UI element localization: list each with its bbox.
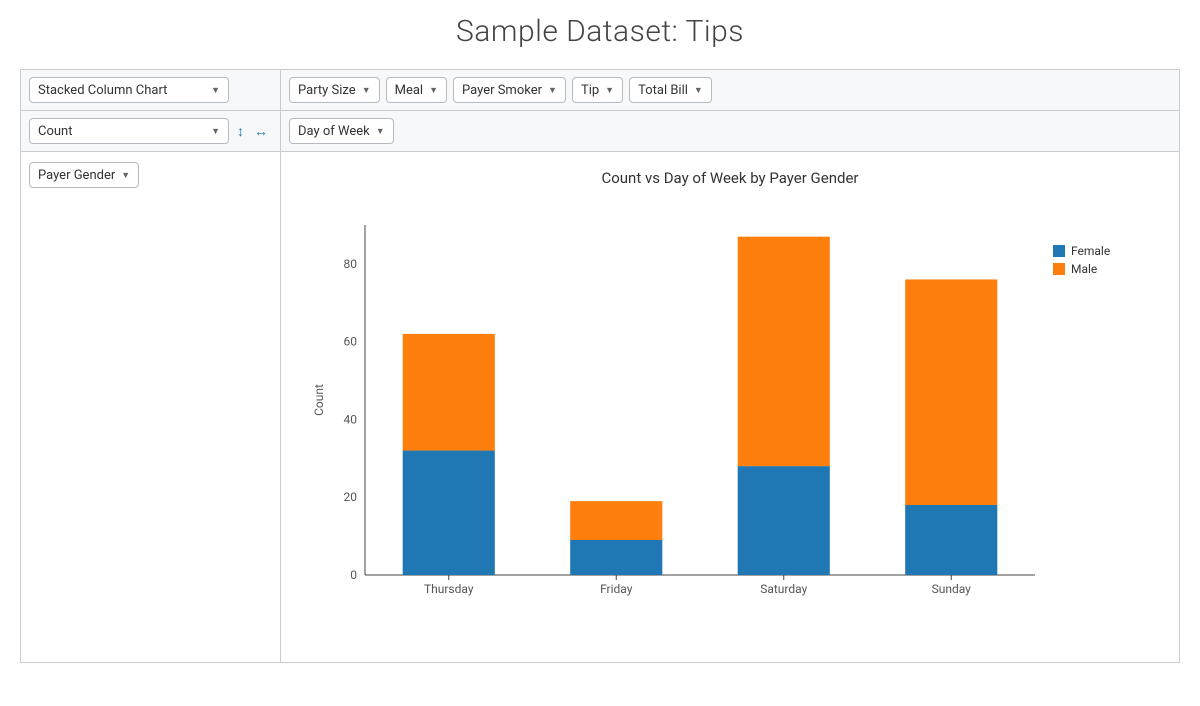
chart-type-cell: Stacked Column Chart ▼ <box>21 70 281 111</box>
chevron-down-icon: ▼ <box>121 170 130 181</box>
row-field-label: Payer Gender <box>38 168 115 183</box>
unused-field-pill[interactable]: Payer Smoker ▼ <box>453 77 566 103</box>
legend-label: Male <box>1071 262 1097 276</box>
chevron-down-icon: ▼ <box>362 85 371 96</box>
unused-field-label: Total Bill <box>638 83 688 98</box>
chart-container: Count vs Day of Week by Payer Gender 0 20… <box>289 159 1171 655</box>
chart-type-dropdown[interactable]: Stacked Column Chart ▼ <box>29 77 229 103</box>
unused-field-pill[interactable]: Total Bill ▼ <box>629 77 712 103</box>
bar-segment <box>738 237 830 466</box>
sort-horizontal-icon[interactable]: ↔ <box>252 123 270 140</box>
column-field-pill[interactable]: Day of Week ▼ <box>289 118 394 144</box>
y-tick-label: 80 <box>344 257 358 271</box>
sort-vertical-icon[interactable]: ↕ <box>235 123 246 140</box>
x-tick-label: Friday <box>600 582 633 596</box>
chart-cell: Count vs Day of Week by Payer Gender 0 20… <box>281 152 1179 662</box>
unused-field-label: Party Size <box>298 83 356 98</box>
bar-segment <box>738 466 830 575</box>
chevron-down-icon: ▼ <box>548 85 557 96</box>
legend-swatch <box>1053 263 1065 275</box>
row-field-pill[interactable]: Payer Gender ▼ <box>29 162 139 188</box>
y-tick-label: 60 <box>344 335 358 349</box>
bar-segment <box>570 501 662 540</box>
bar-segment <box>403 334 495 451</box>
chevron-down-icon: ▼ <box>605 85 614 96</box>
aggregator-cell: Count ▼ ↕ ↔ <box>21 111 281 152</box>
unused-field-label: Payer Smoker <box>462 83 542 98</box>
x-tick-label: Saturday <box>760 582 807 596</box>
aggregator-dropdown[interactable]: Count ▼ <box>29 118 229 144</box>
chart-title: Count vs Day of Week by Payer Gender <box>295 169 1165 187</box>
chevron-down-icon: ▼ <box>429 85 438 96</box>
unused-fields-cell: Party Size▼Meal▼Payer Smoker▼Tip▼Total B… <box>281 70 1179 111</box>
pivot-table-ui: Stacked Column Chart ▼ Party Size▼Meal▼P… <box>20 69 1180 663</box>
y-tick-label: 20 <box>344 490 358 504</box>
unused-field-pill[interactable]: Party Size ▼ <box>289 77 380 103</box>
y-tick-label: 0 <box>350 568 357 582</box>
row-field-cell: Payer Gender ▼ <box>21 152 281 662</box>
page-title: Sample Dataset: Tips <box>20 14 1180 49</box>
x-tick-label: Sunday <box>932 582 972 596</box>
bar-segment <box>403 451 495 575</box>
chevron-down-icon: ▼ <box>694 85 703 96</box>
unused-field-pill[interactable]: Meal ▼ <box>386 77 447 103</box>
bar-segment <box>905 505 997 575</box>
chevron-down-icon: ▼ <box>211 126 220 137</box>
legend-label: Female <box>1071 244 1110 258</box>
bar-segment <box>570 540 662 575</box>
unused-field-pill[interactable]: Tip ▼ <box>572 77 623 103</box>
legend-swatch <box>1053 245 1065 257</box>
unused-field-label: Tip <box>581 83 599 98</box>
y-tick-label: 40 <box>344 412 358 426</box>
column-field-cell: Day of Week ▼ <box>281 111 1179 152</box>
chart-type-label: Stacked Column Chart <box>38 83 167 98</box>
y-axis-label: Count <box>312 384 326 416</box>
bar-segment <box>905 279 997 505</box>
stacked-bar-chart: 0 20 40 60 80 Count Thursday Friday Saturday Sund… <box>295 205 1165 625</box>
x-tick-label: Thursday <box>424 582 474 596</box>
chevron-down-icon: ▼ <box>376 126 385 137</box>
aggregator-label: Count <box>38 124 72 139</box>
column-field-label: Day of Week <box>298 124 370 139</box>
unused-field-label: Meal <box>395 83 423 98</box>
chevron-down-icon: ▼ <box>211 85 220 96</box>
